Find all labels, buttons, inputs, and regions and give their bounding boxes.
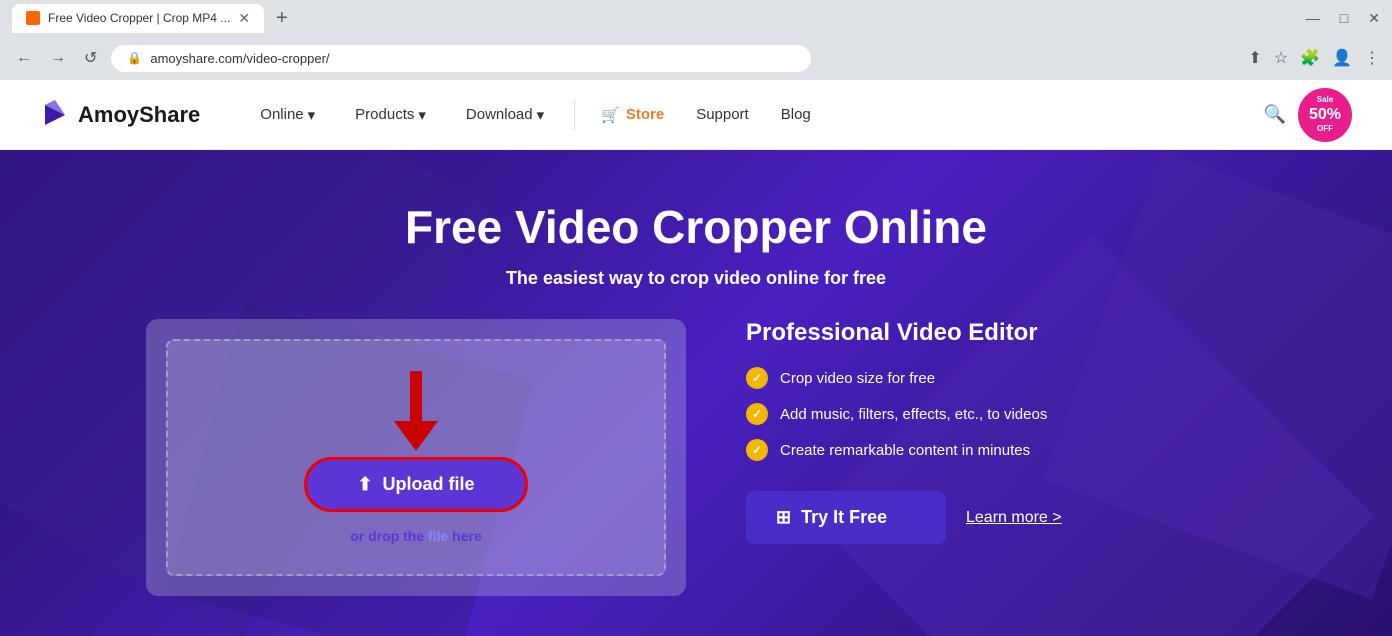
nav-products[interactable]: Products ▾ (335, 80, 446, 150)
sale-badge[interactable]: Sale 50% OFF (1298, 88, 1352, 142)
cart-icon: 🛒 (601, 106, 620, 124)
browser-tab[interactable]: Free Video Cropper | Crop MP4 ... ✕ (12, 4, 264, 33)
profile-icon[interactable]: 👤 (1332, 48, 1352, 68)
nav-online[interactable]: Online ▾ (240, 80, 335, 150)
hero-content: ⬆ Upload file or drop the file here Prof… (146, 319, 1246, 596)
feature-text-2: Add music, filters, effects, etc., to vi… (780, 406, 1047, 423)
cta-row: ⊞ Try It Free Learn more > (746, 491, 1126, 544)
arrow-shaft (410, 371, 422, 421)
drop-file-link[interactable]: file (428, 528, 448, 544)
sale-percent: 50% (1309, 105, 1341, 124)
feature-item-3: ✓ Create remarkable content in minutes (746, 439, 1126, 461)
arrow-head (394, 421, 438, 451)
url-text: amoyshare.com/video-cropper/ (150, 51, 329, 66)
extensions-icon[interactable]: 🧩 (1300, 48, 1320, 68)
upload-box: ⬆ Upload file or drop the file here (146, 319, 686, 596)
website: AmoyShare Online ▾ Products ▾ Download ▾… (0, 80, 1392, 636)
sale-text: Sale (1317, 95, 1333, 105)
chevron-down-icon: ▾ (537, 106, 545, 124)
nav-blog[interactable]: Blog (765, 106, 827, 123)
share-icon[interactable]: ⬆ (1248, 48, 1261, 68)
close-btn[interactable]: ✕ (1368, 10, 1380, 27)
menu-icon[interactable]: ⋮ (1364, 48, 1380, 68)
nav-divider (574, 100, 575, 130)
lock-icon: 🔒 (127, 51, 142, 65)
nav-store[interactable]: 🛒 Store (585, 106, 680, 124)
feature-item-1: ✓ Crop video size for free (746, 367, 1126, 389)
try-free-label: Try It Free (801, 507, 887, 528)
title-bar: Free Video Cropper | Crop MP4 ... ✕ + — … (0, 0, 1392, 36)
logo[interactable]: AmoyShare (40, 100, 200, 130)
back-button[interactable]: ← (12, 45, 36, 71)
feature-list: ✓ Crop video size for free ✓ Add music, … (746, 367, 1126, 461)
tab-close-btn[interactable]: ✕ (238, 10, 250, 27)
windows-icon: ⊞ (776, 507, 791, 528)
forward-button[interactable]: → (46, 45, 70, 71)
hero-section: Free Video Cropper Online The easiest wa… (0, 150, 1392, 636)
new-tab-button[interactable]: + (272, 7, 292, 30)
browser-chrome: Free Video Cropper | Crop MP4 ... ✕ + — … (0, 0, 1392, 80)
bookmark-icon[interactable]: ☆ (1274, 48, 1288, 68)
logo-text: AmoyShare (78, 102, 200, 128)
nav-download[interactable]: Download ▾ (446, 80, 564, 150)
check-icon-3: ✓ (746, 439, 768, 461)
upload-inner: ⬆ Upload file or drop the file here (166, 339, 666, 576)
site-header: AmoyShare Online ▾ Products ▾ Download ▾… (0, 80, 1392, 150)
drop-text: or drop the file here (350, 528, 481, 544)
upload-file-button[interactable]: ⬆ Upload file (304, 457, 527, 512)
nav-support[interactable]: Support (680, 106, 765, 123)
refresh-button[interactable]: ↺ (80, 44, 101, 72)
browser-actions: ⬆ ☆ 🧩 👤 ⋮ (1248, 48, 1380, 68)
maximize-btn[interactable]: □ (1340, 10, 1348, 27)
window-controls: — □ ✕ (1306, 10, 1380, 27)
promo-title: Professional Video Editor (746, 319, 1126, 347)
sale-off: OFF (1317, 124, 1333, 134)
feature-item-2: ✓ Add music, filters, effects, etc., to … (746, 403, 1126, 425)
chevron-down-icon: ▾ (418, 106, 426, 124)
hero-title: Free Video Cropper Online (405, 200, 987, 254)
promo-panel: Professional Video Editor ✓ Crop video s… (746, 319, 1126, 596)
learn-more-link[interactable]: Learn more > (966, 509, 1062, 527)
chevron-down-icon: ▾ (308, 106, 316, 124)
red-arrow-indicator (394, 371, 438, 451)
check-icon-1: ✓ (746, 367, 768, 389)
address-bar[interactable]: 🔒 amoyshare.com/video-cropper/ (111, 45, 811, 72)
feature-text-1: Crop video size for free (780, 370, 935, 387)
tab-favicon (26, 11, 40, 25)
address-bar-row: ← → ↺ 🔒 amoyshare.com/video-cropper/ ⬆ ☆… (0, 36, 1392, 80)
check-icon-2: ✓ (746, 403, 768, 425)
search-icon[interactable]: 🔍 (1252, 104, 1298, 125)
hero-subtitle: The easiest way to crop video online for… (506, 268, 886, 289)
tab-title: Free Video Cropper | Crop MP4 ... (48, 11, 230, 25)
minimize-btn[interactable]: — (1306, 10, 1320, 27)
try-it-free-button[interactable]: ⊞ Try It Free (746, 491, 946, 544)
upload-icon: ⬆ (357, 474, 372, 495)
nav-links: Online ▾ Products ▾ Download ▾ 🛒 Store S… (240, 80, 1251, 150)
logo-icon (40, 100, 70, 130)
feature-text-3: Create remarkable content in minutes (780, 442, 1030, 459)
